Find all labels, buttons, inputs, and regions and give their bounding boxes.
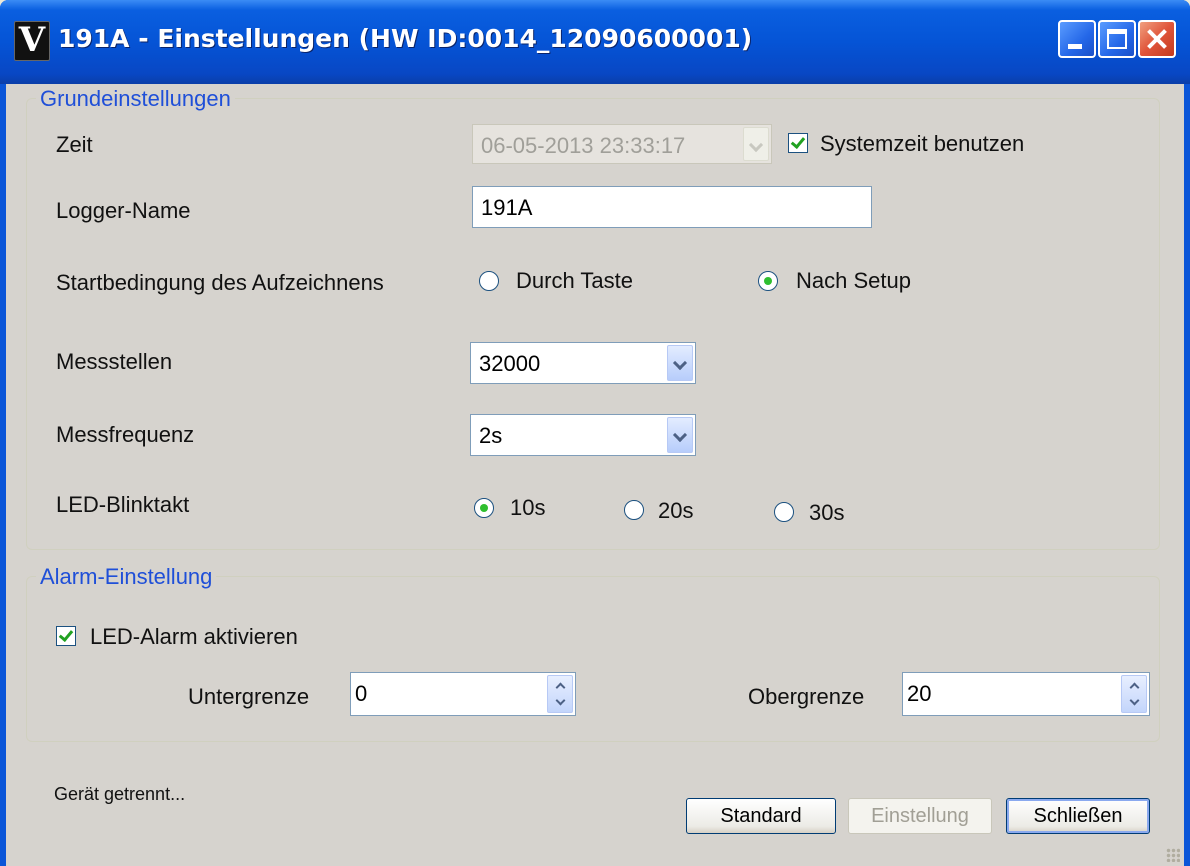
title-bar[interactable]: V 191A - Einstellungen (HW ID:0014_12090… [0,0,1190,84]
messfrequenz-label: Messfrequenz [56,422,195,447]
app-logo-icon: V [14,20,50,61]
close-icon[interactable] [1138,20,1176,58]
alarm-einstellung-title: Alarm-Einstellung [36,564,217,590]
blinktakt-30s-label[interactable]: 30s [809,500,844,526]
einstellung-button: Einstellung [848,798,992,834]
resize-grip-icon[interactable] [1166,848,1180,862]
alarm-einstellung-group [26,576,1160,742]
chevron-down-icon[interactable] [667,417,693,453]
untergrenze-spinner[interactable]: 0 [350,672,576,716]
untergrenze-label: Untergrenze [188,684,310,709]
maximize-icon[interactable] [1098,20,1136,58]
messstellen-label: Messstellen [56,349,173,374]
led-alarm-label[interactable]: LED-Alarm aktivieren [90,624,298,650]
blinktakt-20s-label[interactable]: 20s [658,498,693,524]
startbedingung-label: Startbedingung des Aufzeichnens [56,270,384,295]
schliessen-button[interactable]: Schließen [1006,798,1150,834]
startbedingung-radio-nach-setup[interactable] [758,271,778,291]
zeit-value: 06-05-2013 23:33:17 [481,133,686,158]
messfrequenz-value: 2s [479,423,503,448]
systemzeit-label[interactable]: Systemzeit benutzen [820,131,1024,157]
logger-name-input[interactable]: 191A [472,186,872,228]
blinktakt-radio-20s[interactable] [624,500,644,520]
systemzeit-checkbox[interactable] [788,133,808,153]
grundeinstellungen-title: Grundeinstellungen [36,86,235,112]
messfrequenz-select[interactable]: 2s [470,414,696,456]
minimize-icon[interactable] [1058,20,1096,58]
blinktakt-radio-30s[interactable] [774,502,794,522]
spinner-arrows-icon[interactable] [547,675,573,713]
status-text: Gerät getrennt... [54,784,186,804]
logger-name-value: 191A [481,195,533,220]
zeit-datetime-picker: 06-05-2013 23:33:17 [472,124,772,164]
obergrenze-value: 20 [907,681,932,706]
messstellen-value: 32000 [479,351,541,376]
grundeinstellungen-group [26,98,1160,550]
blinktakt-10s-label[interactable]: 10s [510,495,545,521]
chevron-down-icon[interactable] [667,345,693,381]
app-logo-glyph: V [18,20,46,60]
led-alarm-checkbox[interactable] [56,626,76,646]
dialog-body: Grundeinstellungen Zeit 06-05-2013 23:33… [6,84,1184,866]
zeit-label: Zeit [56,132,93,157]
obergrenze-label: Obergrenze [748,684,865,709]
standard-button[interactable]: Standard [686,798,836,834]
settings-window: V 191A - Einstellungen (HW ID:0014_12090… [0,0,1190,866]
untergrenze-value: 0 [355,681,368,706]
messstellen-select[interactable]: 32000 [470,342,696,384]
startbedingung-radio-durch-taste[interactable] [479,271,499,291]
window-title: 191A - Einstellungen (HW ID:0014_1209060… [58,24,753,53]
obergrenze-spinner[interactable]: 20 [902,672,1150,716]
led-blinktakt-label: LED-Blinktakt [56,492,190,517]
nach-setup-label[interactable]: Nach Setup [796,268,911,294]
blinktakt-radio-10s[interactable] [474,498,494,518]
logger-name-label: Logger-Name [56,198,191,223]
spinner-arrows-icon[interactable] [1121,675,1147,713]
zeit-dropdown-icon [743,127,769,161]
durch-taste-label[interactable]: Durch Taste [516,268,633,294]
